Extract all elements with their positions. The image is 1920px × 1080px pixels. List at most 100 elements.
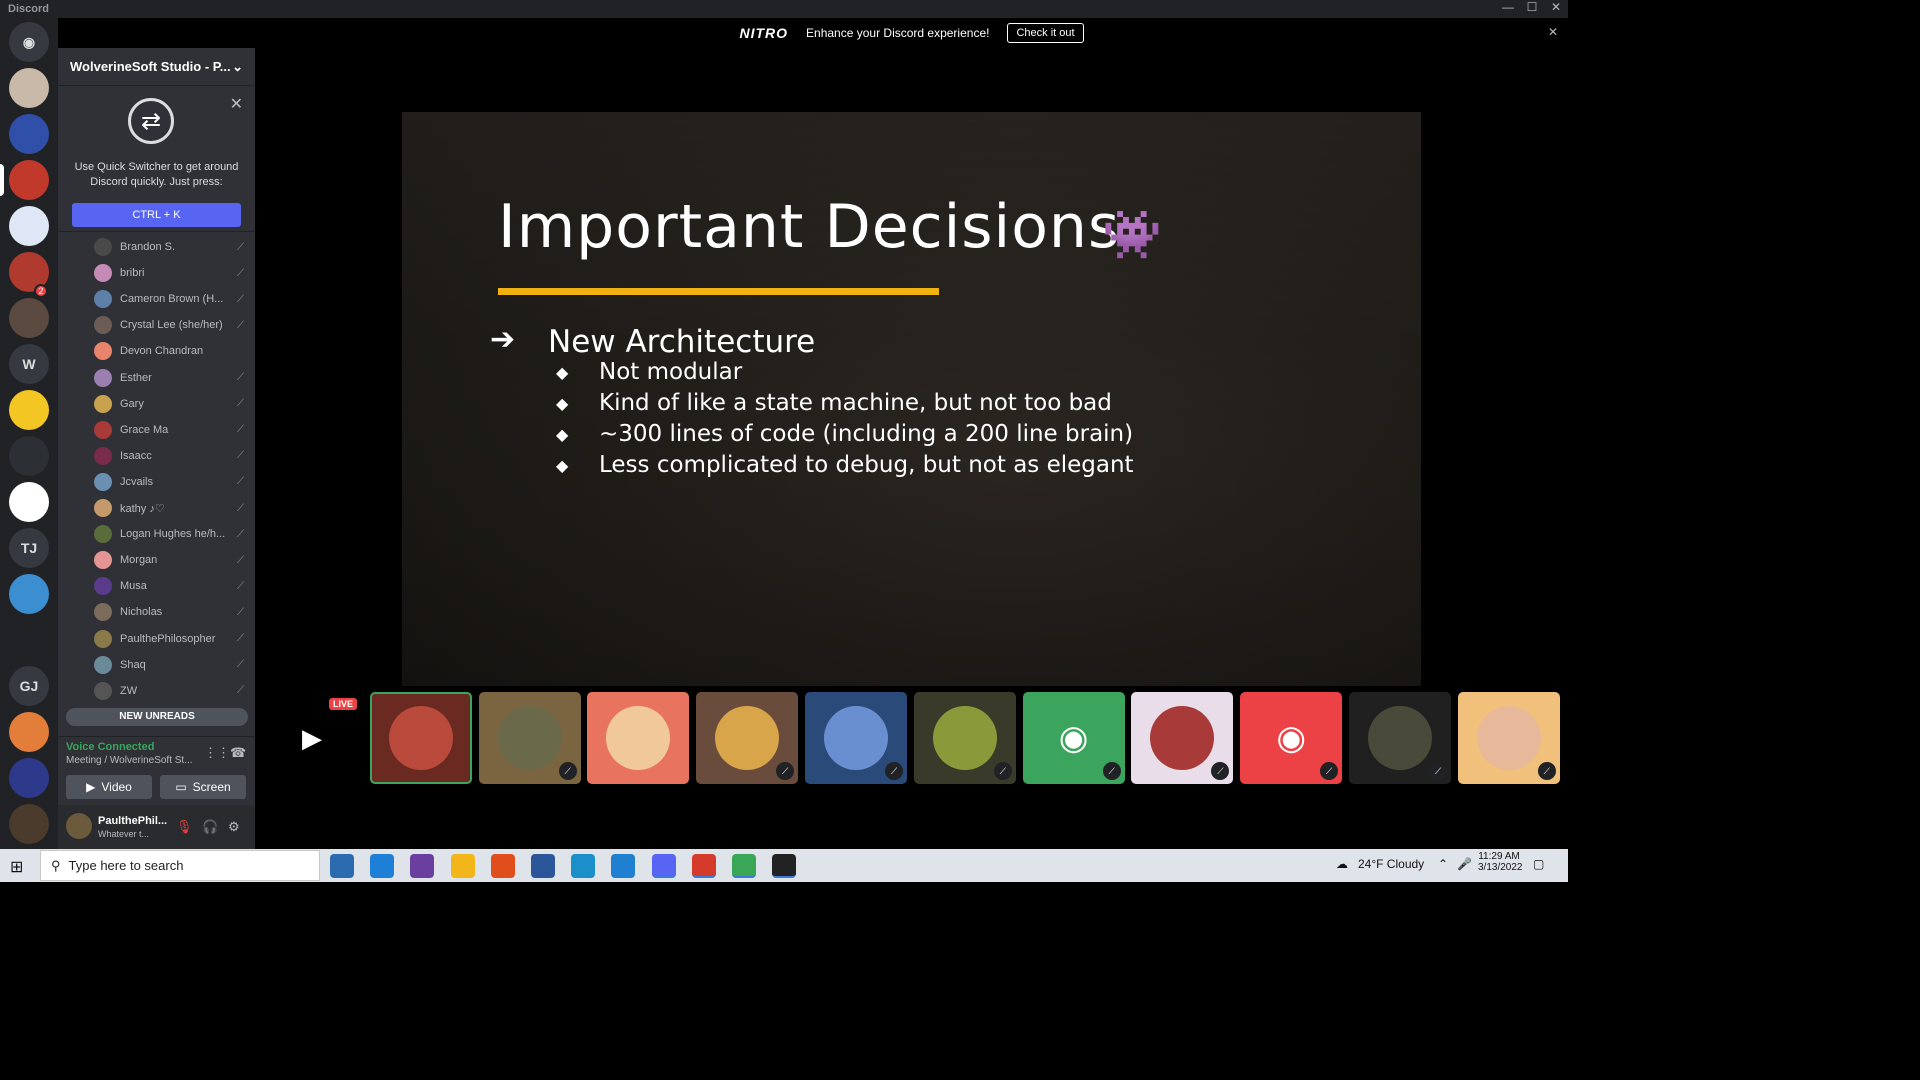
windows-start-icon[interactable]: ⊞ [10,857,23,877]
chevron-down-icon[interactable]: ⌄ [232,59,243,75]
vscode-icon[interactable] [611,854,636,878]
chrome-icon[interactable] [732,854,756,878]
server-icon[interactable] [9,68,49,108]
server-icon[interactable] [9,390,49,430]
member-row[interactable]: Logan Hughes he/h... ⟋ [94,522,244,546]
muted-mic-icon: ⟋ [237,398,244,410]
nitro-close-icon[interactable]: ✕ [1548,25,1558,39]
muted-mic-icon: ⟋ [237,241,244,253]
member-row[interactable]: Nicholas ⟋ [94,600,244,624]
unity-icon[interactable] [772,854,797,878]
server-icon[interactable] [9,206,49,246]
server-icon[interactable] [9,620,49,660]
explorer-icon[interactable] [450,854,475,878]
member-row[interactable]: Morgan ⟋ [94,548,244,572]
close-icon[interactable]: ✕ [230,94,243,114]
server-icon[interactable] [9,712,49,752]
nitro-check-it-out-button[interactable]: Check it out [1007,23,1084,43]
microphone-icon[interactable]: 🎤 [1457,857,1472,871]
weather-text[interactable]: 24°F Cloudy [1358,857,1424,871]
screen-share-button[interactable]: ▭ Screen [160,775,246,799]
taskbar-search[interactable]: ⚲ Type here to search [40,850,320,881]
mail-icon[interactable] [370,854,395,878]
participant-tile[interactable]: ◉ ⟋ [1022,692,1125,784]
stream-stage: Important Decisions 👾 ➔ New Architecture… [255,48,1568,849]
participant-tile[interactable]: ⟋ [1131,692,1234,784]
member-row[interactable]: Grace Ma ⟋ [94,418,244,442]
discord-icon[interactable] [651,854,676,878]
member-row[interactable]: Jcvails ⟋ [94,470,244,494]
muted-mic-icon: ⟋ [237,476,244,488]
participant-tile[interactable]: ⟋ [478,692,581,784]
clock[interactable]: 11:29 AM 3/13/2022 [1478,851,1523,873]
office-icon[interactable] [490,854,515,878]
quick-switcher-shortcut-button[interactable]: CTRL + K [72,203,241,227]
discord-home-icon[interactable]: ◉ [9,22,49,62]
presentation-slide[interactable]: Important Decisions 👾 ➔ New Architecture… [402,112,1421,686]
mute-mic-icon[interactable]: 🎙 [176,819,193,835]
member-row[interactable]: Crystal Lee (she/her) ⟋ [94,313,244,337]
server-icon[interactable]: GJ [9,666,49,706]
noise-suppression-icon[interactable]: ⋮⋮ [204,745,230,761]
member-row[interactable]: PaulthePhilosopher ⟋ [94,627,244,651]
server-icon[interactable]: TJ [9,528,49,568]
participant-tile[interactable]: ⟋ [913,692,1016,784]
notifications-icon[interactable]: ▢ [1533,857,1544,871]
avatar[interactable] [66,813,92,839]
server-icon[interactable] [9,114,49,154]
member-row[interactable]: Cameron Brown (H... ⟋ [94,287,244,311]
video-button[interactable]: ▶ Video [66,775,152,799]
avatar [94,603,112,622]
server-icon[interactable] [9,574,49,614]
word-icon[interactable] [531,854,555,878]
stream-tile[interactable]: LIVE ▶ [261,692,363,784]
member-row[interactable]: Brandon S. ⟋ [94,235,244,259]
member-row[interactable]: Musa ⟋ [94,574,244,598]
user-status: Whatever t... [98,829,150,839]
server-icon[interactable] [9,298,49,338]
weather-cloud-icon[interactable]: ☁ [1336,857,1348,871]
app-icon[interactable] [691,854,716,878]
minimize-button[interactable]: — [1496,0,1520,14]
headphones-icon[interactable]: 🎧 [202,819,218,835]
server-icon[interactable] [9,758,49,798]
muted-mic-icon: ⟋ [237,502,244,514]
participant-tile[interactable]: ⟋ [1349,692,1451,784]
member-row[interactable]: bribri ⟋ [94,261,244,285]
close-window-button[interactable]: ✕ [1544,0,1568,14]
member-row[interactable]: kathy ♪♡ ⟋ [94,496,244,520]
chevron-up-icon[interactable]: ⌃ [1438,857,1448,871]
member-row[interactable]: ZW ⟋ [94,679,244,703]
server-icon[interactable] [9,482,49,522]
muted-mic-icon: ⟋ [237,606,244,618]
member-row[interactable]: Shaq ⟋ [94,653,244,677]
server-icon[interactable] [9,804,49,844]
member-row[interactable]: Esther ⟋ [94,366,244,390]
avatar [94,446,112,465]
disconnect-icon[interactable]: ☎ [230,745,246,761]
new-unreads-button[interactable]: NEW UNREADS [66,708,248,726]
participant-tile[interactable] [587,692,690,784]
server-icon[interactable]: W [9,344,49,384]
avatar [1368,706,1432,770]
server-header[interactable]: WolverineSoft Studio - P... ⌄ [58,48,255,86]
member-name: Jcvails [120,475,154,488]
store-icon[interactable] [330,854,354,878]
server-icon[interactable] [9,436,49,476]
participant-tile[interactable]: ⟋ [696,692,799,784]
participant-tile[interactable] [369,692,472,784]
edge-icon[interactable] [571,854,596,878]
member-name: Morgan [120,554,158,567]
participant-tile[interactable]: ◉ ⟋ [1240,692,1343,784]
avatar [932,706,997,770]
maximize-button[interactable]: ☐ [1520,0,1544,14]
participant-tile[interactable]: ⟋ [805,692,907,784]
member-row[interactable]: Isaacc ⟋ [94,444,244,468]
github-icon[interactable] [410,854,435,878]
participant-tile[interactable]: ⟋ [1457,692,1560,784]
gear-icon[interactable]: ⚙ [228,819,240,835]
voice-channel[interactable]: Meeting / WolverineSoft St... [66,755,196,766]
server-icon[interactable] [9,160,49,200]
member-row[interactable]: Devon Chandran [94,339,244,363]
member-row[interactable]: Gary ⟋ [94,392,244,416]
